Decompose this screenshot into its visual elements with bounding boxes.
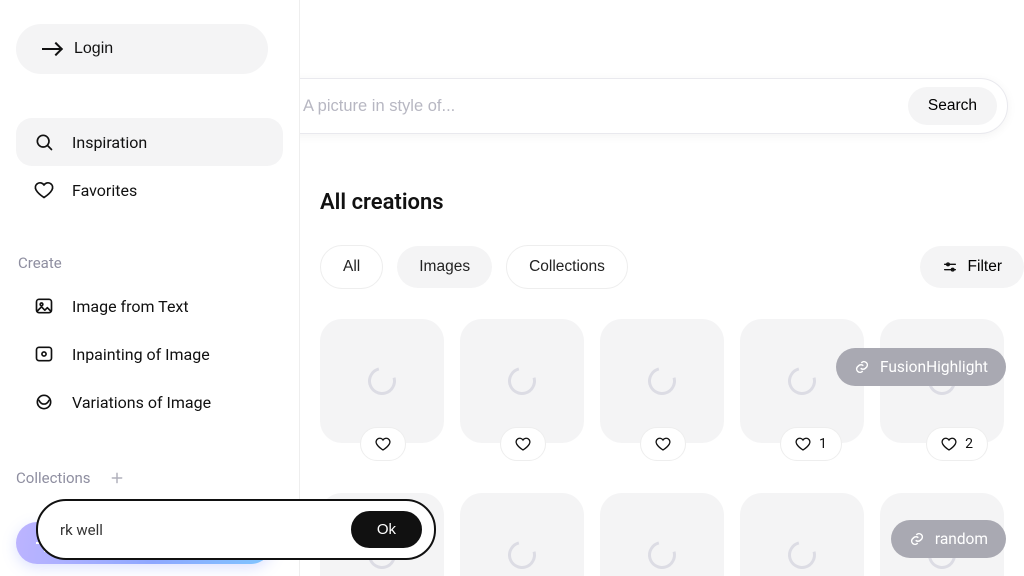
inpaint-icon [34,344,54,364]
creation-card[interactable] [600,319,724,443]
sidebar-item-inspiration[interactable]: Inspiration [16,118,283,166]
add-collection-button[interactable] [105,466,129,490]
creation-card[interactable] [320,319,444,443]
like-count: 2 [965,436,973,452]
thumbnail-loading [600,319,724,443]
sidebar: Login Inspiration Favorites Create [0,0,300,576]
creation-card[interactable] [740,493,864,576]
heart-icon [941,436,957,452]
sidebar-item-label: Image from Text [72,297,189,316]
search-input[interactable] [303,97,908,116]
main: Search All creations All Images Collecti… [300,0,1024,576]
like-button[interactable]: 2 [926,427,988,461]
create-group: Image from Text Inpainting of Image Vari… [16,282,283,426]
heart-icon [515,436,531,452]
like-button[interactable] [360,427,406,461]
spinner-icon [643,362,681,400]
spinner-icon [503,536,541,574]
thumbnail-loading [460,493,584,576]
spinner-icon [783,362,821,400]
tab-collections[interactable]: Collections [506,245,628,289]
filter-row: All Images Collections Filter [320,245,1024,289]
sidebar-item-label: Variations of Image [72,393,211,412]
like-button[interactable]: 1 [780,427,842,461]
heart-icon [375,436,391,452]
collections-heading: Collections [16,469,91,487]
sliders-icon [942,259,958,275]
spinner-icon [363,362,401,400]
sidebar-item-label: Inpainting of Image [72,345,210,364]
filter-button[interactable]: Filter [920,246,1024,288]
login-label: Login [74,40,113,58]
sidebar-item-image-from-text[interactable]: Image from Text [16,282,283,330]
sidebar-item-label: Favorites [72,181,137,200]
heart-icon [795,436,811,452]
link-icon [854,359,870,375]
thumbnail-loading [320,319,444,443]
search-bar: Search [300,78,1008,134]
filter-label: Filter [968,258,1002,276]
collection-tag-fusionhighlight[interactable]: FusionHighlight [836,348,1006,386]
tag-label: random [935,530,988,548]
login-button[interactable]: Login [16,24,268,74]
spinner-icon [783,536,821,574]
create-heading: Create [16,254,283,272]
creation-card[interactable] [460,319,584,443]
cookie-toast: rk well Ok [36,499,436,560]
arrow-right-icon [42,48,60,50]
search-button[interactable]: Search [908,87,997,125]
thumbnail-loading [740,493,864,576]
thumbnail-loading [600,493,724,576]
tab-images[interactable]: Images [397,246,492,288]
collections-heading-row: Collections [16,466,283,490]
toast-ok-button[interactable]: Ok [351,511,422,548]
page-title: All creations [320,190,1024,215]
spinner-icon [643,536,681,574]
like-button[interactable] [640,427,686,461]
creation-card[interactable] [600,493,724,576]
link-icon [909,531,925,547]
search-icon [34,132,54,152]
sidebar-item-variations[interactable]: Variations of Image [16,378,283,426]
image-icon [34,296,54,316]
thumbnail-loading [460,319,584,443]
tab-all[interactable]: All [320,245,383,289]
nav-group: Inspiration Favorites [16,118,283,214]
creation-card[interactable] [460,493,584,576]
variations-icon [34,392,54,412]
tag-label: FusionHighlight [880,358,988,376]
sidebar-item-label: Inspiration [72,133,147,152]
like-button[interactable] [500,427,546,461]
heart-icon [655,436,671,452]
heart-icon [34,180,54,200]
sidebar-item-favorites[interactable]: Favorites [16,166,283,214]
like-count: 1 [819,436,827,452]
spinner-icon [503,362,541,400]
sidebar-item-inpainting[interactable]: Inpainting of Image [16,330,283,378]
toast-message: rk well [60,521,103,539]
collection-tag-random[interactable]: random [891,520,1006,558]
